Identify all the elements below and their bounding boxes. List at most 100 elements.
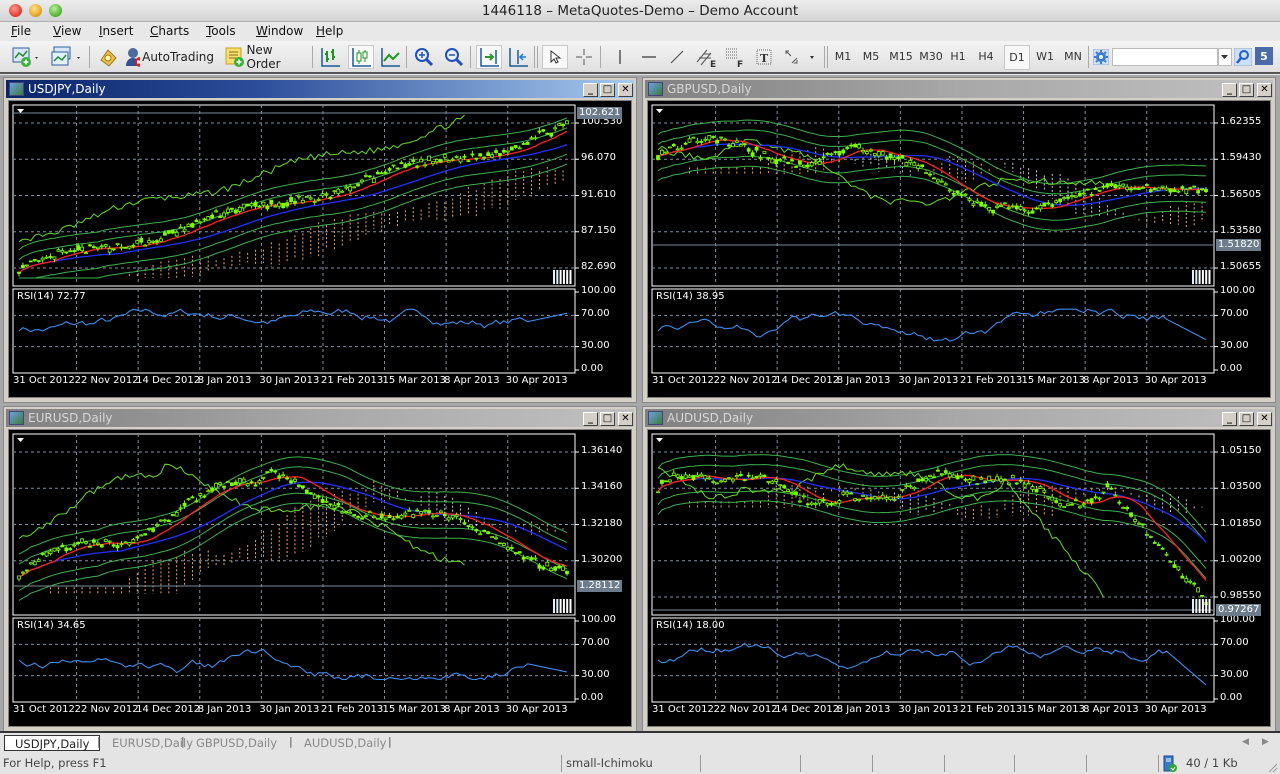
search-dropdown-button[interactable] [1218, 48, 1232, 66]
arrows-button[interactable] [780, 45, 820, 69]
chart-window-eurusd[interactable]: EURUSD,Daily _ □ ✕ 31 Oct 2012 22 Nov 201… [3, 406, 637, 732]
maximize-chart-button[interactable]: □ [1239, 83, 1254, 97]
timeframe-h4-button[interactable]: H4 [975, 46, 997, 68]
chart-window-audusd[interactable]: AUDUSD,Daily _ □ ✕ 31 Oct 2012 22 Nov 201… [642, 406, 1276, 732]
search-input[interactable] [1112, 48, 1218, 66]
chart-shift-button[interactable] [506, 45, 530, 69]
candle-body [371, 178, 376, 183]
candle-body [210, 487, 215, 492]
text-tool-button[interactable]: T [752, 45, 776, 69]
chart-canvas[interactable]: 31 Oct 2012 22 Nov 2012 14 Dec 2012 8 Jan 2… [8, 429, 632, 727]
autotrading-button[interactable]: AutoTrading [124, 45, 214, 69]
candle-body [742, 479, 747, 481]
close-chart-button[interactable]: ✕ [1257, 412, 1272, 426]
timeframe-m30-button[interactable]: M30 [917, 46, 945, 68]
menu-insert[interactable]: Insert [97, 22, 135, 41]
tab-audusd[interactable]: AUDUSD,Daily [294, 735, 396, 751]
minimize-chart-button[interactable]: _ [1222, 83, 1237, 97]
tenkan-sen-line [657, 474, 1207, 582]
candle-body [541, 129, 546, 132]
candle-body [774, 479, 779, 482]
close-window-button[interactable] [9, 4, 22, 17]
minimize-chart-button[interactable]: _ [583, 412, 598, 426]
candlestick-chart-button[interactable] [348, 45, 374, 69]
bar-chart-button[interactable] [318, 45, 342, 69]
tab-scroll-left-button[interactable]: ◀ [1242, 737, 1249, 747]
zoom-window-button[interactable] [49, 4, 62, 17]
timeframe-d1-button[interactable]: D1 [1004, 45, 1030, 70]
maximize-chart-button[interactable]: □ [600, 412, 615, 426]
candle-body [845, 491, 850, 495]
notifications-button[interactable]: 5 [1255, 47, 1273, 65]
date-axis-label: 30 Apr 2013 [1144, 704, 1207, 715]
minimize-chart-button[interactable]: _ [583, 83, 598, 97]
candle-body [505, 546, 510, 551]
candle-body [723, 138, 727, 141]
tab-scroll-right-button[interactable]: ▶ [1262, 737, 1269, 747]
search-button[interactable] [1234, 45, 1252, 69]
chart-window-usdjpy[interactable]: USDJPY,Daily _ □ ✕ 31 Oct 2012 22 Nov 201… [3, 77, 637, 403]
menu-tools[interactable]: Tools [204, 22, 238, 41]
resize-grip-icon[interactable] [1266, 761, 1278, 773]
cursor-tool-button[interactable] [542, 45, 568, 69]
menu-view[interactable]: View [51, 22, 83, 41]
candle-body [727, 144, 731, 147]
close-chart-button[interactable]: ✕ [1257, 83, 1272, 97]
menu-file[interactable]: File [9, 22, 33, 41]
timeframe-mn-button[interactable]: MN [1061, 46, 1085, 68]
timeframe-m5-button[interactable]: M5 [860, 46, 882, 68]
tab-gbpusd[interactable]: GBPUSD,Daily [186, 735, 287, 751]
new-order-button[interactable]: New Order [224, 43, 306, 71]
chevron-down-icon [1221, 55, 1228, 59]
minimize-chart-button[interactable]: _ [1222, 412, 1237, 426]
candle-body [943, 470, 948, 474]
trendline-button[interactable] [665, 45, 689, 69]
menu-help[interactable]: Help [314, 22, 345, 41]
crosshair-tool-button[interactable] [572, 45, 596, 69]
candle-body [809, 502, 814, 505]
chart-canvas[interactable]: 31 Oct 2012 22 Nov 2012 14 Dec 2012 8 Jan 2… [8, 100, 632, 398]
timeframe-m15-button[interactable]: M15 [887, 46, 915, 68]
rsi-axis-label: 0.00 [1220, 363, 1243, 374]
candle-body [742, 143, 747, 146]
chart-canvas[interactable]: 31 Oct 2012 22 Nov 2012 14 Dec 2012 8 Jan 2… [647, 429, 1271, 727]
close-chart-button[interactable]: ✕ [618, 412, 633, 426]
vertical-line-button[interactable] [608, 45, 632, 69]
candle-body [466, 525, 471, 527]
candle-body [1137, 522, 1141, 525]
fibonacci-button[interactable]: F [722, 45, 748, 69]
menu-window[interactable]: Window [254, 22, 305, 41]
market-watch-button[interactable] [96, 45, 120, 69]
timeframe-m1-button[interactable]: M1 [832, 46, 854, 68]
tab-usdjpy[interactable]: USDJPY,Daily [4, 735, 101, 751]
zoom-out-button[interactable] [442, 45, 466, 69]
chart-window-titlebar[interactable]: AUDUSD,Daily _ □ ✕ [645, 409, 1273, 427]
menu-charts[interactable]: Charts [148, 22, 191, 41]
close-chart-button[interactable]: ✕ [618, 83, 633, 97]
zoom-in-button[interactable] [412, 45, 436, 69]
equidistant-channel-button[interactable]: E [694, 45, 720, 69]
horizontal-line-button[interactable] [637, 45, 661, 69]
chart-workspace: USDJPY,Daily _ □ ✕ 31 Oct 2012 22 Nov 201… [0, 75, 1280, 732]
separator [827, 46, 828, 68]
chart-window-titlebar[interactable]: EURUSD,Daily _ □ ✕ [6, 409, 634, 427]
auto-scroll-button[interactable] [476, 45, 502, 69]
timeframe-h1-button[interactable]: H1 [948, 46, 968, 68]
chart-window-titlebar[interactable]: GBPUSD,Daily _ □ ✕ [645, 80, 1273, 98]
candle-body [1105, 183, 1110, 188]
chart-window-gbpusd[interactable]: GBPUSD,Daily _ □ ✕ 31 Oct 2012 22 Nov 201… [642, 77, 1276, 403]
chart-window-titlebar[interactable]: USDJPY,Daily _ □ ✕ [6, 80, 634, 98]
timeframe-w1-button[interactable]: W1 [1033, 46, 1057, 68]
chart-canvas[interactable]: 31 Oct 2012 22 Nov 2012 14 Dec 2012 8 Jan 2… [647, 100, 1271, 398]
candle-body [222, 212, 226, 218]
candle-body [241, 203, 246, 209]
profiles-button[interactable] [50, 45, 84, 69]
settings-button[interactable] [1092, 45, 1110, 69]
line-chart-button[interactable] [378, 45, 402, 69]
date-axis-label: 8 Jan 2013 [836, 375, 891, 386]
candle-body [415, 509, 420, 512]
minimize-window-button[interactable] [29, 4, 42, 17]
maximize-chart-button[interactable]: □ [1239, 412, 1254, 426]
new-chart-button[interactable] [10, 45, 42, 69]
maximize-chart-button[interactable]: □ [600, 83, 615, 97]
